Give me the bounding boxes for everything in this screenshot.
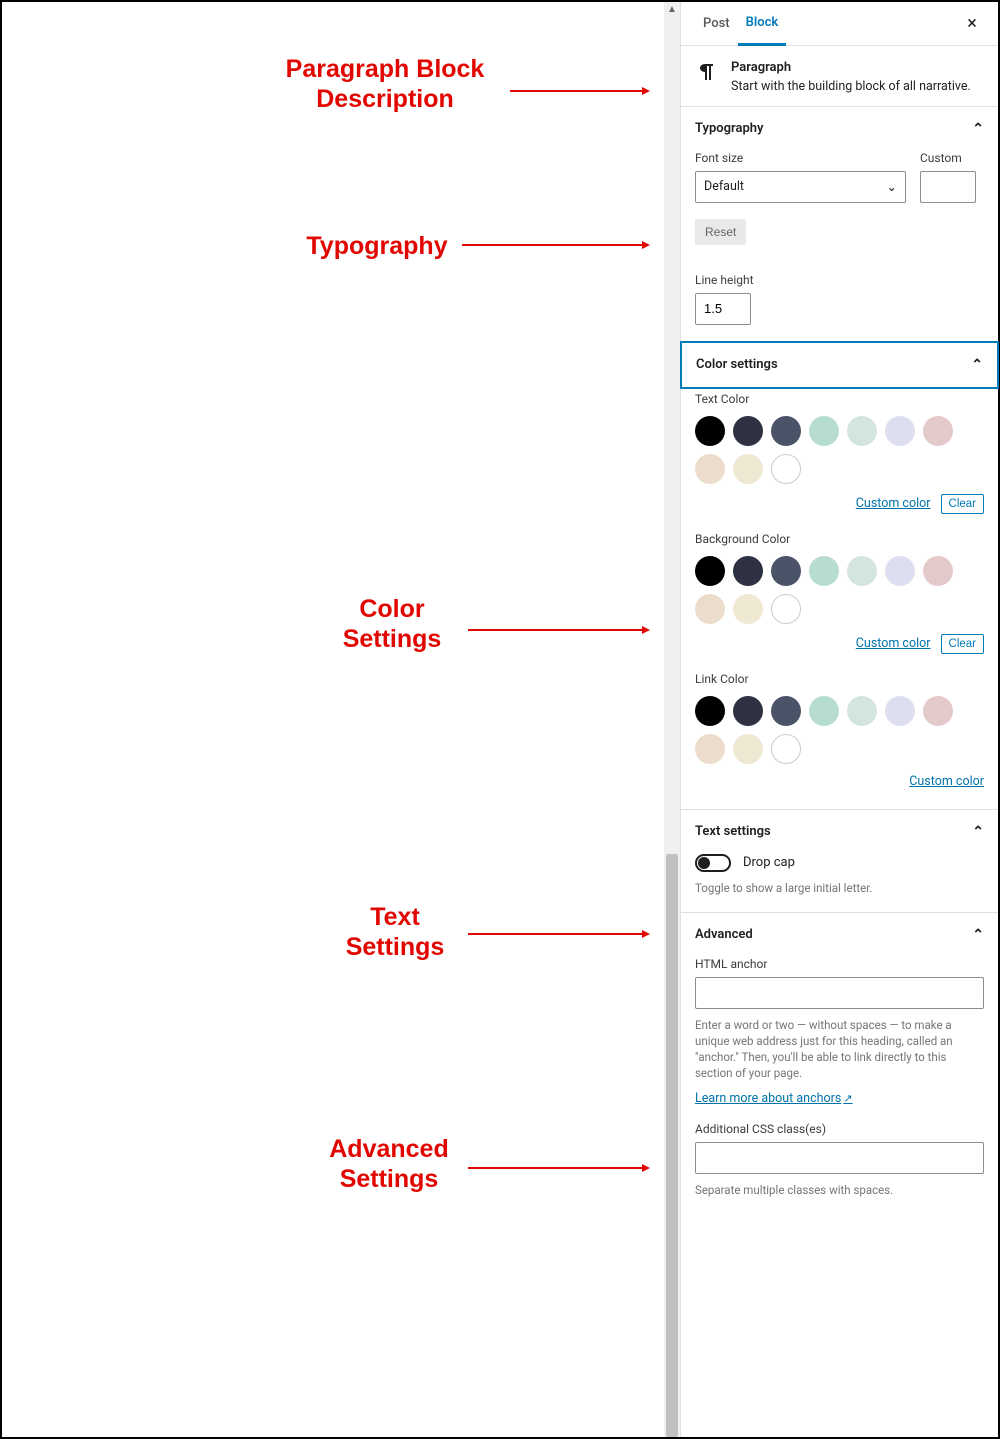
color-swatch[interactable] [847, 556, 877, 586]
anchor-help: Enter a word or two — without spaces — t… [695, 1017, 984, 1081]
color-swatch[interactable] [809, 556, 839, 586]
chevron-up-icon: ⌃ [971, 357, 983, 373]
callout-desc: Paragraph Block Description [270, 54, 500, 114]
arrow-icon [468, 930, 650, 938]
external-link-icon: ↗ [843, 1092, 852, 1105]
color-swatch[interactable] [771, 454, 801, 484]
panel-typography-toggle[interactable]: Typography ⌃ [681, 107, 998, 151]
arrow-icon [468, 1164, 650, 1172]
arrow-icon [462, 241, 650, 249]
color-swatch[interactable] [695, 734, 725, 764]
color-group-label: Link Color [695, 672, 984, 686]
panel-typography: Typography ⌃ Font size Default ⌄ Custom [681, 107, 998, 342]
callout-typo: Typography [302, 231, 452, 261]
color-swatch[interactable] [847, 696, 877, 726]
color-swatch[interactable] [695, 556, 725, 586]
color-swatch[interactable] [733, 454, 763, 484]
color-swatch[interactable] [733, 734, 763, 764]
clear-color-button[interactable]: Clear [941, 494, 984, 514]
panel-title: Color settings [696, 357, 778, 372]
line-height-input[interactable] [695, 293, 751, 325]
block-description: Paragraph Start with the building block … [681, 46, 998, 107]
callout-color: Color Settings [322, 594, 462, 654]
color-swatch[interactable] [771, 696, 801, 726]
css-class-help: Separate multiple classes with spaces. [695, 1182, 984, 1198]
custom-color-link[interactable]: Custom color [856, 636, 931, 651]
color-swatch[interactable] [695, 416, 725, 446]
callout-adv: Advanced Settings [319, 1134, 459, 1194]
drop-cap-toggle[interactable] [695, 854, 731, 872]
anchor-input[interactable] [695, 977, 984, 1009]
scroll-up-arrow[interactable]: ▲ [664, 2, 680, 18]
color-swatch[interactable] [885, 416, 915, 446]
color-group-label: Text Color [695, 392, 984, 406]
panel-title: Text settings [695, 824, 771, 839]
reset-button[interactable]: Reset [695, 219, 746, 245]
chevron-up-icon: ⌃ [972, 121, 984, 137]
custom-color-link[interactable]: Custom color [856, 496, 931, 511]
clear-color-button[interactable]: Clear [941, 634, 984, 654]
color-swatch[interactable] [733, 594, 763, 624]
color-swatch[interactable] [771, 594, 801, 624]
inspector-tabs: Post Block × [681, 2, 998, 46]
color-swatch[interactable] [885, 696, 915, 726]
arrow-icon [510, 87, 650, 95]
tab-post[interactable]: Post [695, 2, 738, 46]
color-swatch[interactable] [885, 556, 915, 586]
drop-cap-label: Drop cap [743, 855, 795, 870]
chevron-down-icon: ⌄ [887, 179, 897, 195]
learn-more-anchors-link[interactable]: Learn more about anchors↗ [695, 1091, 853, 1106]
drop-cap-help: Toggle to show a large initial letter. [695, 880, 984, 896]
arrow-icon [468, 626, 650, 634]
color-swatch[interactable] [695, 696, 725, 726]
css-class-label: Additional CSS class(es) [695, 1122, 984, 1136]
panel-text-settings: Text settings ⌃ Drop cap Toggle to show … [681, 810, 998, 913]
anchor-label: HTML anchor [695, 957, 984, 971]
color-swatch[interactable] [733, 556, 763, 586]
color-swatch[interactable] [771, 416, 801, 446]
color-group-label: Background Color [695, 532, 984, 546]
close-icon[interactable]: × [960, 13, 984, 34]
chevron-up-icon: ⌃ [972, 927, 984, 943]
color-swatch[interactable] [847, 416, 877, 446]
font-size-select[interactable]: Default ⌄ [695, 171, 906, 203]
color-swatch[interactable] [695, 454, 725, 484]
paragraph-icon [695, 60, 719, 84]
font-size-value: Default [704, 179, 744, 194]
panel-color-settings: Color settings ⌃ Text Color Custom color C… [681, 342, 998, 810]
color-swatch[interactable] [923, 696, 953, 726]
font-size-label: Font size [695, 151, 906, 165]
color-swatch[interactable] [695, 594, 725, 624]
custom-size-label: Custom [920, 151, 984, 165]
panel-text-toggle[interactable]: Text settings ⌃ [681, 810, 998, 854]
color-swatch[interactable] [923, 556, 953, 586]
custom-color-link[interactable]: Custom color [909, 774, 984, 789]
line-height-label: Line height [695, 273, 984, 287]
color-swatch[interactable] [809, 696, 839, 726]
scrollbar[interactable]: ▲ [664, 2, 680, 1437]
block-title: Paragraph [731, 60, 971, 75]
css-class-input[interactable] [695, 1142, 984, 1174]
panel-title: Advanced [695, 927, 753, 942]
block-help-text: Start with the building block of all nar… [731, 78, 971, 96]
scrollbar-thumb[interactable] [666, 854, 678, 1437]
color-swatch[interactable] [733, 696, 763, 726]
color-swatch[interactable] [809, 416, 839, 446]
panel-title: Typography [695, 121, 764, 136]
panel-advanced-toggle[interactable]: Advanced ⌃ [681, 913, 998, 957]
chevron-up-icon: ⌃ [972, 824, 984, 840]
custom-size-input[interactable] [920, 171, 976, 203]
color-swatch[interactable] [923, 416, 953, 446]
callout-text: Text Settings [335, 902, 455, 962]
panel-color-toggle[interactable]: Color settings ⌃ [680, 341, 999, 389]
editor-canvas: Paragraph Block Description Typography C… [2, 2, 664, 1437]
panel-advanced: Advanced ⌃ HTML anchor Enter a word or t… [681, 913, 998, 1218]
color-swatch[interactable] [733, 416, 763, 446]
color-swatch[interactable] [771, 734, 801, 764]
inspector-sidebar: Post Block × Paragraph Start with the bu… [680, 2, 998, 1437]
tab-block[interactable]: Block [738, 2, 787, 46]
color-swatch[interactable] [771, 556, 801, 586]
